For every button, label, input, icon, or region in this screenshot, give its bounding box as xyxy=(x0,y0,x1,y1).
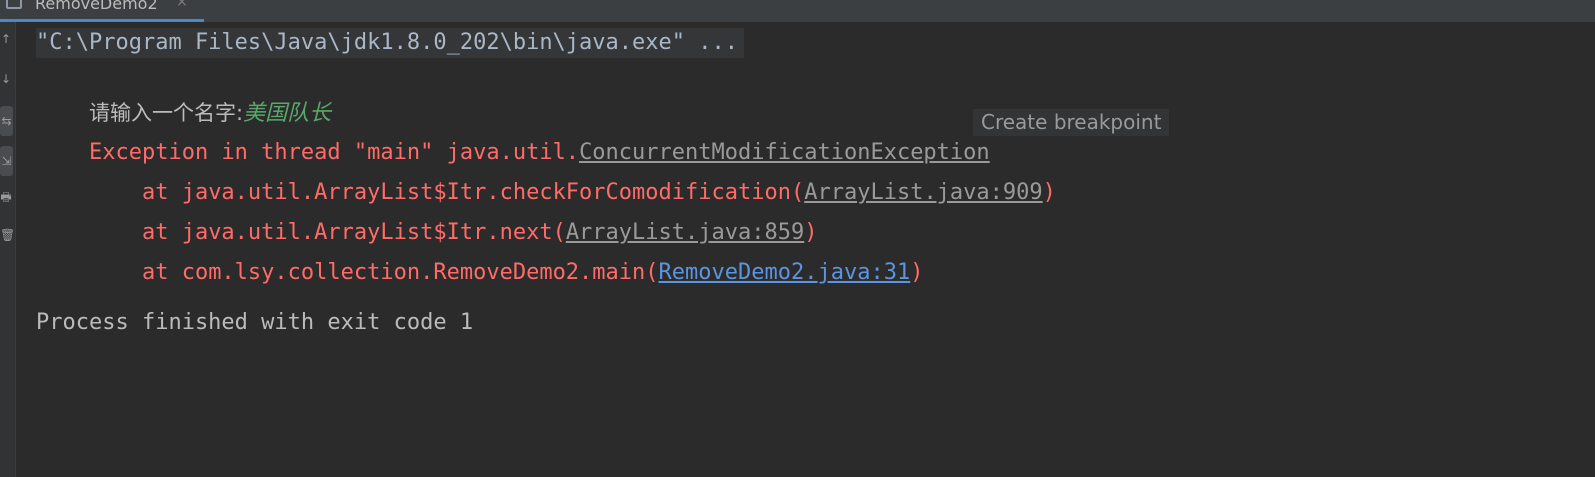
clear-all-icon[interactable]: 🗑 xyxy=(0,228,15,242)
run-tab-label: RemoveDemo2 xyxy=(35,0,158,13)
console-output[interactable]: "C:\Program Files\Java\jdk1.8.0_202\bin\… xyxy=(36,22,1591,477)
scroll-down-icon[interactable]: ↓ xyxy=(0,72,12,86)
run-tab[interactable]: RemoveDemo2 × xyxy=(0,0,204,22)
stack-frame-link[interactable]: RemoveDemo2.java:31 xyxy=(659,260,911,285)
stack-frame-suffix: ) xyxy=(1042,180,1056,205)
run-config-icon xyxy=(6,0,22,9)
stack-frame: at java.util.ArrayList$Itr.checkForComod… xyxy=(36,148,1056,205)
stack-frame-link[interactable]: ArrayList.java:909 xyxy=(804,180,1042,205)
prompt-line: 请输入一个名字:美国队长 xyxy=(36,68,331,126)
create-breakpoint-hint[interactable]: Create breakpoint xyxy=(973,109,1170,136)
stack-frame-text: at com.lsy.collection.RemoveDemo2.main( xyxy=(88,260,659,285)
stack-frame-suffix: ) xyxy=(910,260,924,285)
exit-message: Process finished with exit code 1 xyxy=(36,310,474,335)
print-icon[interactable]: 🖶 xyxy=(0,190,12,204)
exception-line: Exception in thread "main" java.util.Con… xyxy=(36,108,1591,165)
soft-wrap-icon[interactable]: ⇆ xyxy=(0,106,13,136)
scroll-to-end-icon[interactable]: ⇲ xyxy=(0,146,13,176)
stack-frame: at com.lsy.collection.RemoveDemo2.main(R… xyxy=(36,228,924,285)
close-icon[interactable]: × xyxy=(176,0,188,10)
run-tab-bar: RemoveDemo2 × xyxy=(0,0,1595,22)
command-line: "C:\Program Files\Java\jdk1.8.0_202\bin\… xyxy=(36,28,744,58)
console-toolbar: ↑ ↓ ⇆ ⇲ 🖶 🗑 xyxy=(0,22,16,477)
scroll-up-icon[interactable]: ↑ xyxy=(0,32,12,46)
stack-frame: at java.util.ArrayList$Itr.next(ArrayLis… xyxy=(36,188,818,245)
